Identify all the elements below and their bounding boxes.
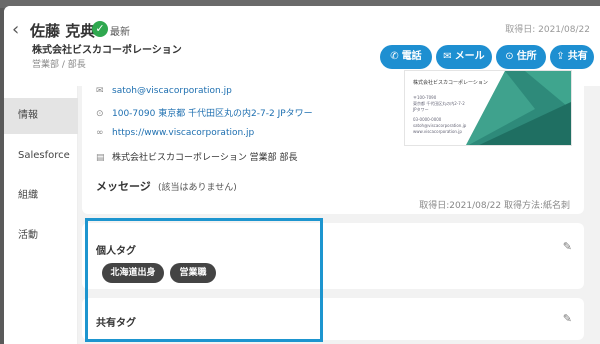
email-row: ✉ satoh@viscacorporation.jp [96,86,232,96]
sidebar-item-organization[interactable]: 組織 [4,178,78,214]
personal-tags-title: 個人タグ [96,246,136,257]
sidebar: 情報 Salesforce 組織 活動 [4,86,78,344]
address-button-label: 住所 [516,51,537,62]
edit-pencil-icon[interactable]: ✎ [563,240,572,253]
business-card-line: www.viscacorporation.jp [413,129,462,134]
address-link[interactable]: 100-7090 東京都 千代田区丸の内2-7-2 JPタワー [112,109,313,119]
edit-pencil-icon[interactable]: ✎ [563,312,572,325]
website-row: ∞ https://www.viscacorporation.jp [96,128,254,138]
email-link[interactable]: satoh@viscacorporation.jp [112,86,232,96]
mail-button-label: メール [454,51,485,62]
contact-detail-panel: ‹ 佐藤 克典 ✓ 最新 株式会社ビスカコーポレーション 営業部 / 部長 取得… [4,6,600,344]
mail-icon: ✉ [96,86,104,96]
tag-chip[interactable]: 北海道出身 [102,263,164,283]
company-name: 株式会社ビスカコーポレーション [32,45,182,56]
share-button[interactable]: ⇪ 共有 [550,45,594,69]
website-link[interactable]: https://www.viscacorporation.jp [112,128,254,138]
address-button[interactable]: ⊙ 住所 [496,45,546,69]
location-pin-icon: ⊙ [505,51,514,62]
tag-chip[interactable]: 営業職 [170,263,216,283]
chevron-left-icon[interactable]: ‹ [12,20,19,40]
location-pin-icon: ⊙ [96,109,104,119]
business-card-line: JPタワー [413,107,429,112]
mail-icon: ✉ [443,51,452,62]
message-label: メッセージ [96,180,151,193]
link-icon: ∞ [96,128,104,138]
business-card-image[interactable]: 株式会社ビスカコーポレーション 〒100-7090 東京都 千代田区丸の内2-7… [404,70,572,146]
sidebar-item-label: 組織 [18,190,38,201]
sidebar-item-salesforce[interactable]: Salesforce [4,138,78,174]
phone-icon: ✆ [390,51,399,62]
phone-button[interactable]: ✆ 電話 [380,45,432,69]
share-icon: ⇪ [556,51,565,62]
mail-button[interactable]: ✉ メール [436,45,492,69]
sidebar-item-info[interactable]: 情報 [4,98,78,134]
shared-tags-card: 共有タグ ✎ [82,298,584,340]
organization-text: 株式会社ビスカコーポレーション 営業部 部長 [112,153,298,163]
address-row: ⊙ 100-7090 東京都 千代田区丸の内2-7-2 JPタワー [96,106,313,119]
personal-tags-card: 個人タグ ✎ 北海道出身 営業職 [82,223,584,289]
business-card-company: 株式会社ビスカコーポレーション [413,80,488,86]
sidebar-item-label: 活動 [18,230,38,241]
acquired-date: 取得日: 2021/08/22 [505,25,590,35]
business-card-line: 03-0000-0000 [413,117,442,122]
sidebar-item-label: Salesforce [18,150,70,161]
phone-button-label: 電話 [401,51,422,62]
shared-tags-title: 共有タグ [96,318,136,329]
sidebar-item-activity[interactable]: 活動 [4,218,78,254]
share-button-label: 共有 [567,51,588,62]
contact-info-card: ✉ satoh@viscacorporation.jp ⊙ 100-7090 東京都… [82,70,584,214]
business-card-line: satoh@viscacorporation.jp [413,123,467,128]
sidebar-item-label: 情報 [18,110,38,121]
building-icon: ▤ [96,153,105,163]
contact-name: 佐藤 克典 [30,22,96,40]
latest-label: 最新 [110,27,130,38]
organization-row: ▤ 株式会社ビスカコーポレーション 営業部 部長 [96,150,298,163]
verified-check-icon: ✓ [92,21,108,37]
main-content: ✉ satoh@viscacorporation.jp ⊙ 100-7090 東京都… [78,70,600,344]
department-title: 営業部 / 部長 [32,60,86,70]
acquisition-info: 取得日:2021/08/22 取得方法:紙名刺 [419,201,570,211]
message-value: (該当はありません) [158,183,237,193]
